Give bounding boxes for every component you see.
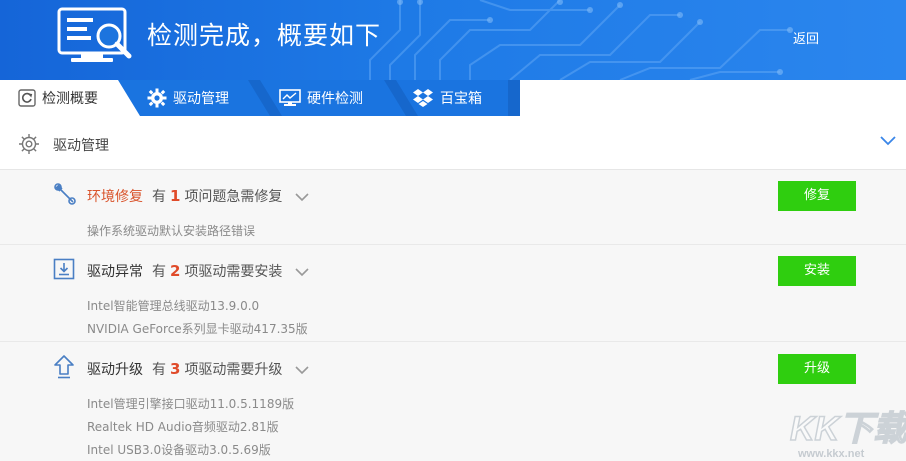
item-suffix: 项驱动需要安装 bbox=[184, 264, 283, 280]
repair-button[interactable]: 修复 bbox=[778, 181, 856, 211]
chevron-down-icon[interactable] bbox=[295, 267, 309, 277]
item-count: 1 bbox=[170, 187, 181, 205]
item-title-row: 环境修复有 1 项问题急需修复 bbox=[87, 186, 309, 206]
item-prefix: 有 bbox=[152, 264, 166, 280]
tab-driver-management[interactable]: 驱动管理 bbox=[147, 80, 229, 116]
item-detail: Intel管理引擎接口驱动11.0.5.1189版 bbox=[87, 397, 295, 411]
item-detail: NVIDIA GeForce系列显卡驱动417.35版 bbox=[87, 322, 308, 336]
tab-overview[interactable]: 检测概要 bbox=[18, 80, 98, 116]
gear-icon bbox=[147, 88, 167, 108]
item-detail: 操作系统驱动默认安装路径错误 bbox=[87, 224, 256, 238]
item-title-row: 驱动异常有 2 项驱动需要安装 bbox=[87, 261, 309, 281]
item-count: 3 bbox=[170, 360, 181, 378]
wrench-icon bbox=[54, 183, 76, 205]
item-suffix: 项问题急需修复 bbox=[184, 189, 283, 205]
tab-label: 检测概要 bbox=[42, 91, 98, 107]
tab-bar: 检测概要 驱动管理 硬件检测 百宝箱 bbox=[0, 80, 906, 116]
monitor-icon bbox=[279, 89, 301, 106]
item-count: 2 bbox=[170, 262, 181, 280]
upgrade-button[interactable]: 升级 bbox=[778, 354, 856, 384]
tab-label: 驱动管理 bbox=[173, 91, 229, 107]
tab-label: 百宝箱 bbox=[440, 91, 482, 107]
gear-icon bbox=[19, 134, 39, 154]
circuit-pattern bbox=[369, 0, 793, 80]
chevron-down-icon[interactable] bbox=[295, 192, 309, 202]
dropbox-icon bbox=[413, 89, 433, 107]
tab-label: 硬件检测 bbox=[307, 91, 363, 107]
section-title: 驱动管理 bbox=[53, 138, 109, 154]
watermark-text: KK下载 bbox=[790, 410, 906, 448]
list-item-driver-upgrade: 驱动升级有 3 项驱动需要升级 Intel管理引擎接口驱动11.0.5.1189版 … bbox=[0, 342, 906, 461]
item-prefix: 有 bbox=[152, 362, 166, 378]
download-box-icon bbox=[53, 258, 75, 280]
list-item-env-repair: 环境修复有 1 项问题急需修复 操作系统驱动默认安装路径错误 修复 bbox=[0, 170, 906, 245]
chevron-down-icon[interactable] bbox=[880, 136, 896, 146]
tab-toolbox[interactable]: 百宝箱 bbox=[412, 80, 482, 116]
detect-monitor-icon bbox=[57, 7, 132, 62]
watermark-url: www.kkx.net bbox=[797, 448, 865, 460]
tab-hardware-detect[interactable]: 硬件检测 bbox=[279, 80, 363, 116]
install-button[interactable]: 安装 bbox=[778, 256, 856, 286]
item-detail: Realtek HD Audio音频驱动2.81版 bbox=[87, 420, 279, 434]
item-detail: Intel USB3.0设备驱动3.0.5.69版 bbox=[87, 443, 271, 457]
section-header-driver-management: 驱动管理 bbox=[0, 116, 906, 170]
item-title-row: 驱动升级有 3 项驱动需要升级 bbox=[87, 359, 309, 379]
item-name: 驱动升级 bbox=[87, 362, 143, 378]
upgrade-arrow-icon bbox=[54, 355, 74, 379]
header-banner: 检测完成，概要如下 返回 bbox=[0, 0, 906, 80]
item-suffix: 项驱动需要升级 bbox=[184, 362, 283, 378]
kk-download-watermark-logo: KK下载 www.kkx.net bbox=[789, 409, 906, 460]
item-prefix: 有 bbox=[152, 189, 166, 205]
item-detail: Intel智能管理总线驱动13.9.0.0 bbox=[87, 299, 260, 313]
item-name: 驱动异常 bbox=[87, 264, 143, 280]
item-name: 环境修复 bbox=[87, 189, 143, 205]
page-title: 检测完成，概要如下 bbox=[147, 21, 382, 50]
refresh-icon bbox=[18, 89, 36, 107]
list-item-driver-abnormal: 驱动异常有 2 项驱动需要安装 Intel智能管理总线驱动13.9.0.0 NVID… bbox=[0, 245, 906, 342]
back-link[interactable]: 返回 bbox=[793, 28, 819, 47]
chevron-down-icon[interactable] bbox=[295, 365, 309, 375]
